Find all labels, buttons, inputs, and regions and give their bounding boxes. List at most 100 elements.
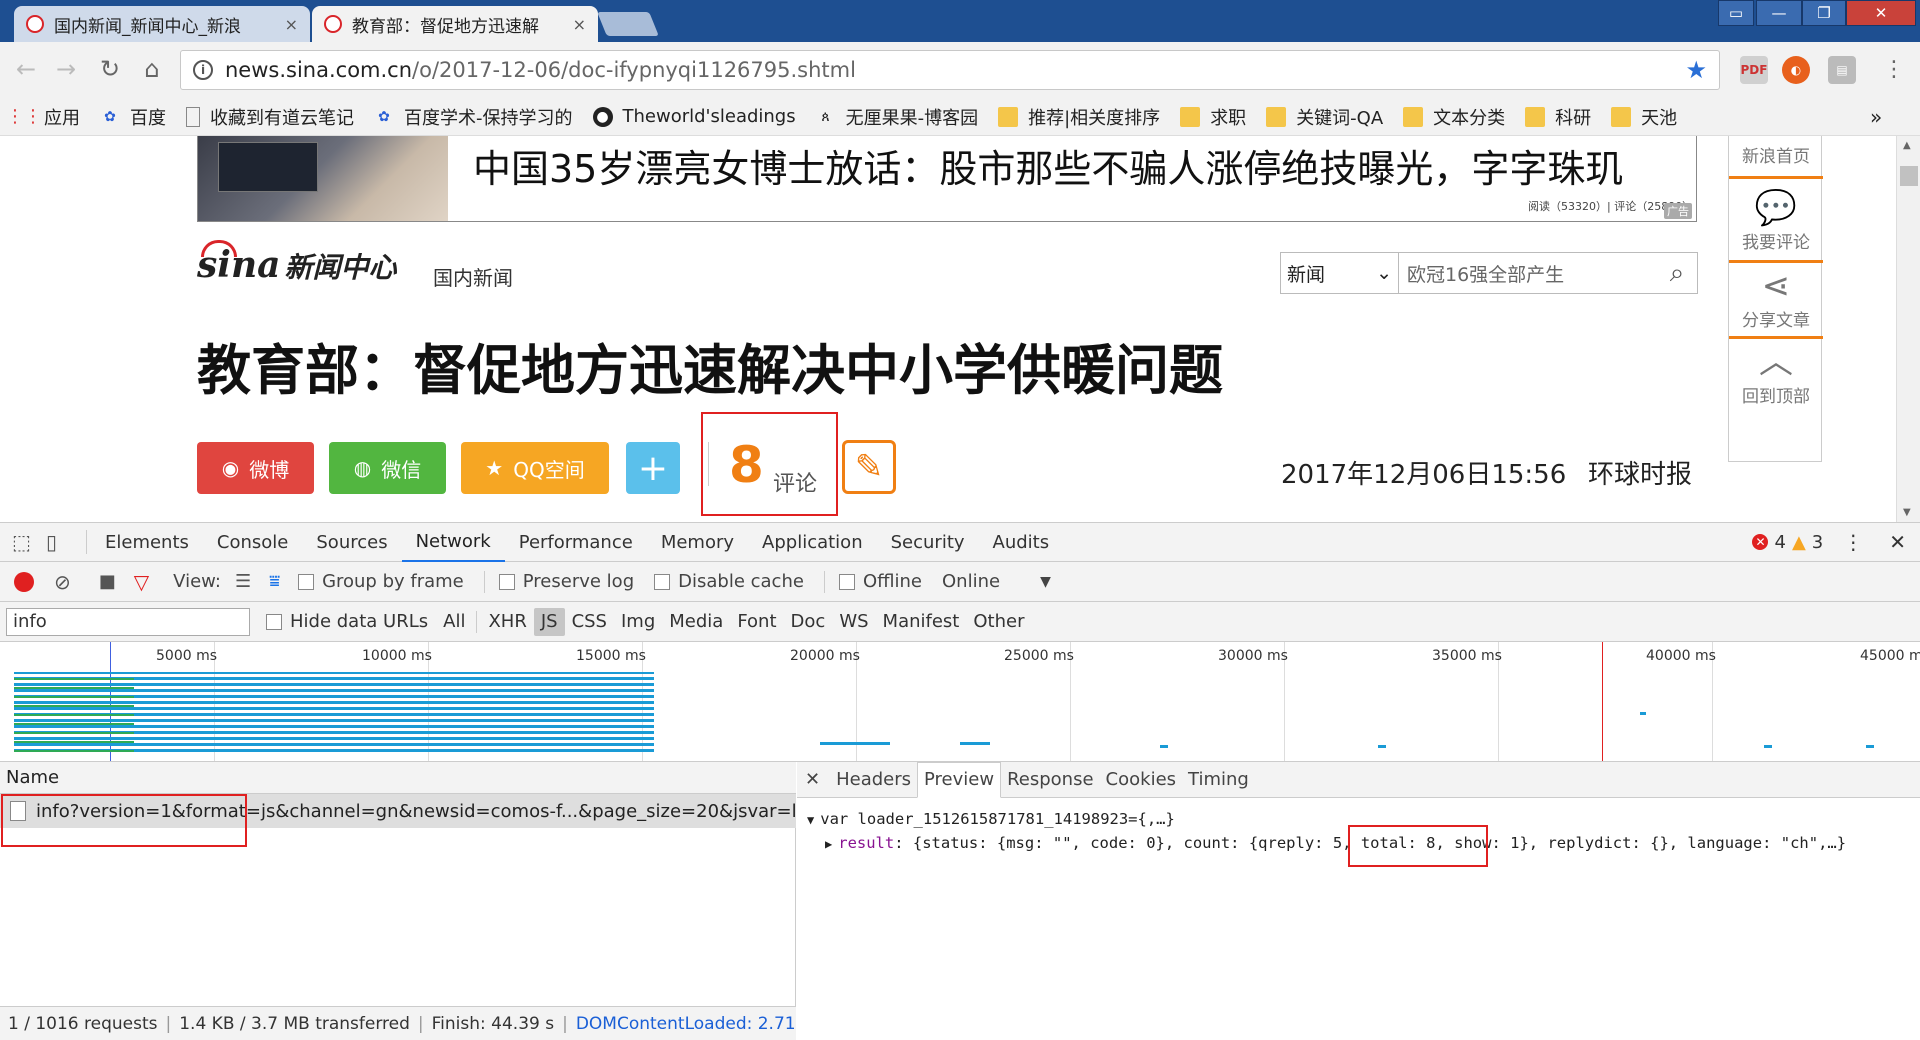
extension-icon[interactable]: ◐ xyxy=(1782,56,1810,84)
hide-data-urls-checkbox[interactable]: Hide data URLs xyxy=(266,611,428,632)
user-icon[interactable]: ▭ xyxy=(1718,0,1754,26)
back-arrow-icon[interactable]: ← xyxy=(8,50,44,88)
close-details-icon[interactable]: ✕ xyxy=(805,769,820,790)
filter-css[interactable]: CSS xyxy=(565,608,614,636)
share-more-button[interactable]: + xyxy=(626,442,680,494)
filter-input[interactable]: info xyxy=(6,607,250,636)
browser-tab-1[interactable]: 国内新闻_新闻中心_新浪 × xyxy=(14,6,310,42)
json-result-line[interactable]: ▶ result: {status: {msg: "", code: 0}, co… xyxy=(825,834,1846,852)
article-source[interactable]: 环球时报 xyxy=(1588,454,1692,491)
close-tab-icon[interactable]: × xyxy=(285,15,298,34)
name-column-header[interactable]: Name xyxy=(0,762,796,794)
filter-doc[interactable]: Doc xyxy=(784,608,833,636)
bookmark-folder[interactable]: 文本分类 xyxy=(1403,104,1505,130)
reader-extension-icon[interactable]: ▤ xyxy=(1828,56,1856,84)
waterfall-view-icon[interactable]: ⩸ xyxy=(269,571,280,592)
bookmark-cnblogs[interactable]: ጰ 无厘果果-博客园 xyxy=(816,104,978,130)
device-toolbar-icon[interactable]: ▯ xyxy=(46,530,86,554)
filter-xhr[interactable]: XHR xyxy=(481,608,533,636)
browser-tab-2-active[interactable]: 教育部：督促地方迅速解 × xyxy=(312,6,598,42)
clear-icon[interactable]: ⊘ xyxy=(54,570,71,594)
new-tab-button[interactable] xyxy=(597,12,659,36)
filter-ws[interactable]: WS xyxy=(832,608,875,636)
json-root-line[interactable]: ▼ var loader_1512615871781_14198923={,…} xyxy=(807,810,1175,828)
sidebar-back-to-top[interactable]: ︿ 回到顶部 xyxy=(1729,342,1823,407)
write-comment-icon[interactable]: ✎ xyxy=(842,440,896,494)
address-bar[interactable]: i news.sina.com.cn /o/2017-12-06/doc-ify… xyxy=(180,50,1720,90)
tab-timing[interactable]: Timing xyxy=(1182,762,1255,798)
bookmark-folder[interactable]: 求职 xyxy=(1180,104,1246,130)
search-input[interactable]: 欧冠16强全部产生 xyxy=(1399,260,1657,287)
scroll-thumb[interactable] xyxy=(1900,166,1918,186)
camera-icon[interactable]: ■ xyxy=(99,571,116,592)
checkbox[interactable] xyxy=(654,573,671,590)
checkbox[interactable] xyxy=(266,613,282,630)
tab-preview[interactable]: Preview xyxy=(917,761,1002,798)
category-link[interactable]: 国内新闻 xyxy=(433,262,513,291)
filter-font[interactable]: Font xyxy=(730,608,783,636)
record-icon[interactable] xyxy=(14,571,34,592)
search-icon[interactable]: ⌕ xyxy=(1657,258,1697,289)
bookmark-star-icon[interactable]: ★ xyxy=(1685,56,1707,84)
filter-other[interactable]: Other xyxy=(966,608,1031,636)
minimize-button[interactable]: — xyxy=(1756,0,1802,26)
sina-news-logo[interactable]: sina 新闻中心 xyxy=(197,240,396,286)
network-overview-timeline[interactable]: 5000 ms 10000 ms 15000 ms 20000 ms 25000… xyxy=(0,642,1920,762)
close-tab-icon[interactable]: × xyxy=(573,15,586,34)
filter-all[interactable]: All xyxy=(436,608,472,636)
page-scrollbar[interactable]: ▲ ▼ xyxy=(1896,136,1920,522)
filter-img[interactable]: Img xyxy=(614,608,662,636)
filter-media[interactable]: Media xyxy=(662,608,730,636)
filter-manifest[interactable]: Manifest xyxy=(876,608,967,636)
ad-banner[interactable]: 中国35岁漂亮女博士放话：股市那些不骗人涨停绝技曝光，字字珠玑 阅读（53320… xyxy=(197,136,1697,222)
tab-console[interactable]: Console xyxy=(203,522,302,562)
bookmark-folder[interactable]: 天池 xyxy=(1611,104,1677,130)
reload-icon[interactable]: ↻ xyxy=(92,50,128,88)
bookmark-apps[interactable]: ⋮⋮ 应用 xyxy=(6,104,80,130)
devtools-menu-icon[interactable]: ⋮ xyxy=(1843,530,1863,554)
filter-js[interactable]: JS xyxy=(533,607,565,636)
bookmark-folder[interactable]: 关键词-QA xyxy=(1266,104,1383,130)
tab-elements[interactable]: Elements xyxy=(91,522,203,562)
filter-funnel-icon[interactable]: ▽ xyxy=(134,570,149,594)
share-weibo-button[interactable]: ◉ 微博 xyxy=(197,442,314,494)
preserve-log-checkbox[interactable]: Preserve log xyxy=(498,571,634,592)
sidebar-share[interactable]: ⋖ 分享文章 xyxy=(1729,266,1823,331)
forward-arrow-icon[interactable]: → xyxy=(48,50,84,88)
close-devtools-icon[interactable]: ✕ xyxy=(1889,530,1906,554)
restore-button[interactable]: ❐ xyxy=(1802,0,1846,26)
tab-security[interactable]: Security xyxy=(877,522,979,562)
close-window-button[interactable]: ✕ xyxy=(1846,0,1916,26)
comment-count-box[interactable]: 8 评论 xyxy=(701,412,838,516)
tab-sources[interactable]: Sources xyxy=(302,522,401,562)
tab-headers[interactable]: Headers xyxy=(830,762,917,798)
collapse-triangle-icon[interactable]: ▶ xyxy=(825,837,832,851)
sidebar-comment[interactable]: 💬 我要评论 xyxy=(1729,188,1823,253)
menu-dots-icon[interactable]: ⋮ xyxy=(1876,50,1912,88)
inspect-element-icon[interactable]: ⬚ xyxy=(12,530,40,554)
offline-checkbox[interactable]: Offline xyxy=(838,571,922,592)
group-by-frame-checkbox[interactable]: Group by frame xyxy=(298,571,464,592)
search-type-select[interactable]: 新闻 ⌄ xyxy=(1281,253,1399,293)
scroll-down-arrow-icon[interactable]: ▼ xyxy=(1903,507,1911,518)
tab-response[interactable]: Response xyxy=(1001,762,1099,798)
bookmark-baidu-xueshu[interactable]: ✿ 百度学术-保持学习的 xyxy=(374,104,572,130)
issue-counters[interactable]: ✕ 4 ▲ 3 xyxy=(1752,532,1823,553)
checkbox[interactable] xyxy=(838,573,855,590)
disable-cache-checkbox[interactable]: Disable cache xyxy=(654,571,804,592)
scroll-up-arrow-icon[interactable]: ▲ xyxy=(1903,140,1911,151)
expand-triangle-icon[interactable]: ▼ xyxy=(807,813,814,827)
bookmark-baidu[interactable]: ✿ 百度 xyxy=(100,104,166,130)
tab-network[interactable]: Network xyxy=(401,522,505,562)
tab-cookies[interactable]: Cookies xyxy=(1100,762,1182,798)
bookmark-folder[interactable]: 推荐|相关度排序 xyxy=(998,104,1160,130)
pdf-extension-icon[interactable]: PDF xyxy=(1740,56,1768,84)
info-icon[interactable]: i xyxy=(193,60,213,80)
throttling-select[interactable]: Online ▼ xyxy=(942,571,1051,592)
tab-audits[interactable]: Audits xyxy=(979,522,1064,562)
home-icon[interactable]: ⌂ xyxy=(134,50,170,88)
ad-headline[interactable]: 中国35岁漂亮女博士放话：股市那些不骗人涨停绝技曝光，字字珠玑 xyxy=(473,138,1623,193)
share-wechat-button[interactable]: ◍ 微信 xyxy=(329,442,446,494)
bookmark-youdao[interactable]: 收藏到有道云笔记 xyxy=(186,104,354,130)
tab-performance[interactable]: Performance xyxy=(505,522,647,562)
